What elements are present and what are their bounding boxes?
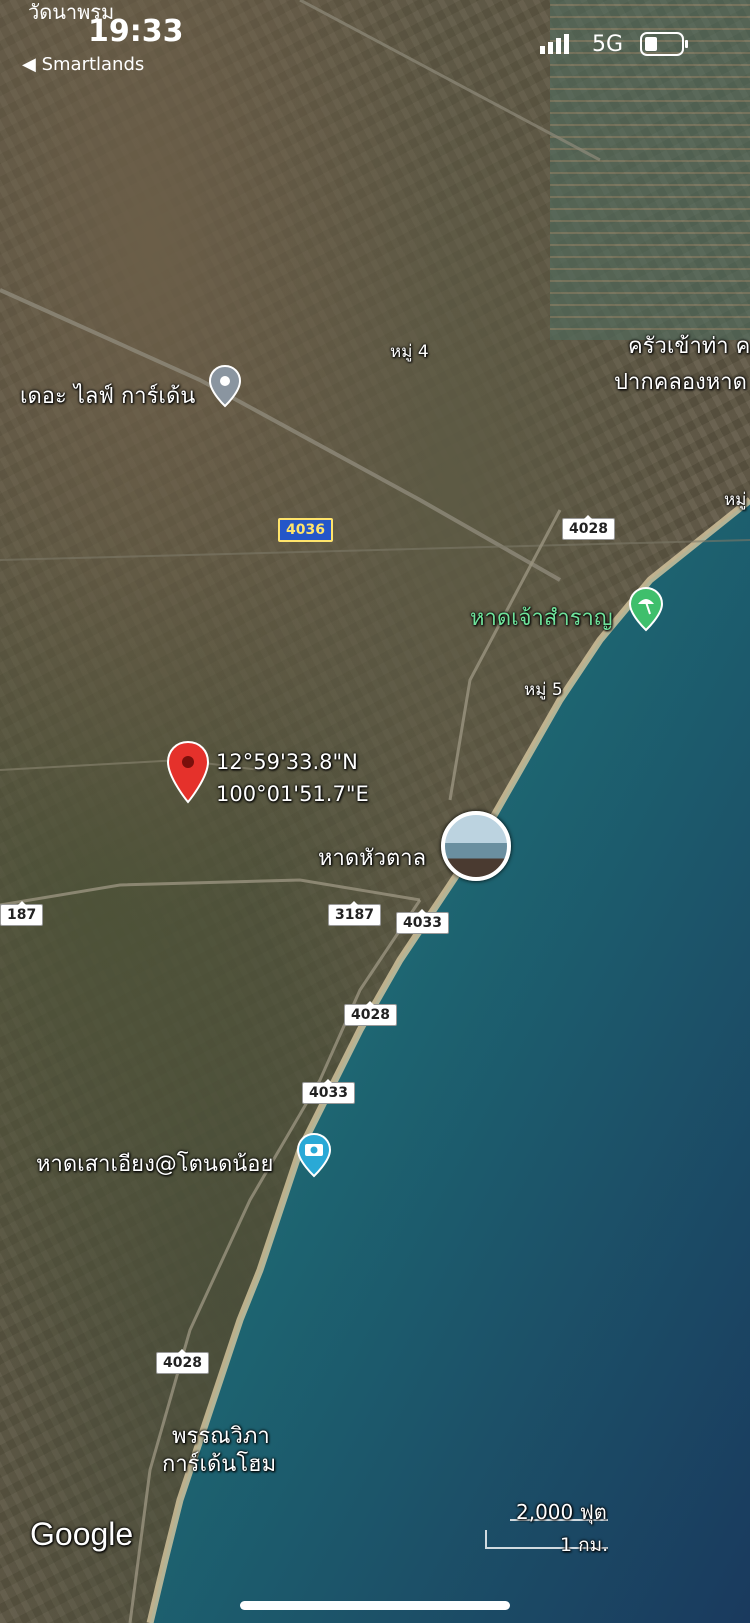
photo-thumbnail-hat-hua-tan[interactable] xyxy=(441,811,511,881)
scale-km: 1 กม. xyxy=(560,1534,609,1556)
google-logo: Google xyxy=(30,1516,134,1552)
network-type: 5G xyxy=(592,32,624,57)
road-shield-4028-bottom: 4028 xyxy=(156,1349,209,1374)
road-shield-3187-left: 187 xyxy=(0,901,44,926)
road-shield-4028-mid: 4028 xyxy=(344,1001,397,1026)
place-moo5: หมู่ 5 xyxy=(524,680,563,700)
battery-icon xyxy=(640,32,690,60)
place-moo4: หมู่ 4 xyxy=(390,342,429,362)
map-overlay xyxy=(0,0,750,1623)
place-hat-hua-tan[interactable]: หาดหัวตาล xyxy=(318,840,426,875)
road-shield-4028-top: 4028 xyxy=(562,515,615,540)
back-arrow-icon: ◀ xyxy=(22,54,42,75)
status-time: 19:33 xyxy=(88,14,184,49)
dropped-pin-icon[interactable] xyxy=(166,740,210,810)
road-shield-4033-b: 4033 xyxy=(302,1079,355,1104)
beach-umbrella-icon[interactable] xyxy=(628,586,664,636)
place-krua-khao-tha-line2[interactable]: ปากคลองหาด xyxy=(614,364,747,399)
road-shield-4033-a: 4033 xyxy=(396,909,449,934)
pin-longitude: 100°01'51.7"E xyxy=(216,782,369,806)
back-to-app-link[interactable]: ◀ Smartlands xyxy=(22,54,144,75)
place-krua-khao-tha[interactable]: ครัวเข้าท่า ค xyxy=(628,328,750,363)
place-pornwipa-line2[interactable]: การ์เด้นโฮม xyxy=(162,1446,276,1481)
scale-feet: 2,000 ฟุต xyxy=(516,1500,607,1524)
place-the-life-garden[interactable]: เดอะ ไลฟ์ การ์เด้น xyxy=(20,378,195,413)
signal-icon xyxy=(540,34,570,58)
road-shield-4036: 4036 xyxy=(278,518,333,542)
satellite-map[interactable]: วัดนาพรม 19:33 ◀ Smartlands 5G เดอะ ไลฟ์… xyxy=(0,0,750,1623)
home-indicator[interactable] xyxy=(240,1601,510,1610)
place-pin-icon[interactable] xyxy=(208,364,242,412)
pin-latitude: 12°59'33.8"N xyxy=(216,750,358,774)
back-app-name: Smartlands xyxy=(41,54,145,75)
place-moo-partial: หมู่ xyxy=(724,490,747,510)
camera-poi-icon[interactable] xyxy=(296,1132,332,1182)
place-hat-sao-eiang[interactable]: หาดเสาเอียง@โตนดน้อย xyxy=(36,1146,273,1181)
road-shield-3187: 3187 xyxy=(328,901,381,926)
place-hat-chao-samran[interactable]: หาดเจ้าสำราญ xyxy=(470,600,613,635)
